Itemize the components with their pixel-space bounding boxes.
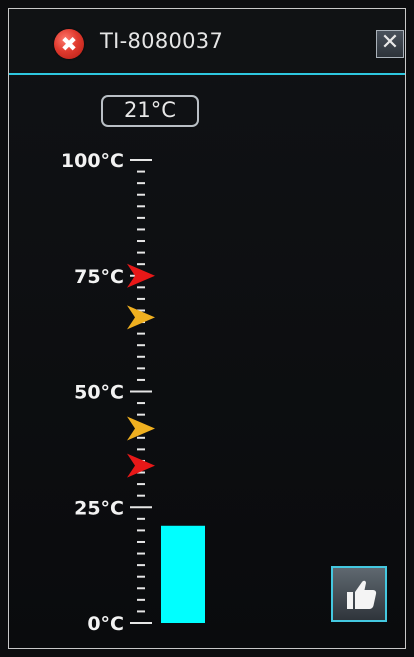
high-alarm-marker xyxy=(127,305,155,330)
temperature-level-bar xyxy=(161,525,205,623)
scale-label: 25°C xyxy=(74,497,124,519)
scale-label: 100°C xyxy=(61,150,124,172)
scale-label: 75°C xyxy=(74,266,124,288)
low-low-alarm-marker xyxy=(127,453,155,478)
scale-label: 0°C xyxy=(87,613,124,635)
scale-label: 50°C xyxy=(74,382,124,404)
thermometer-scale: 0°C 25°C 50°C 75°C 100°C xyxy=(61,150,205,635)
thumbs-up-icon xyxy=(347,580,377,609)
tag-panel: ✖ TI-8080037 ✕ 21°C 0°C 25°C 50°C 75°C 100°C xyxy=(8,8,406,649)
acknowledge-button[interactable] xyxy=(331,566,387,622)
